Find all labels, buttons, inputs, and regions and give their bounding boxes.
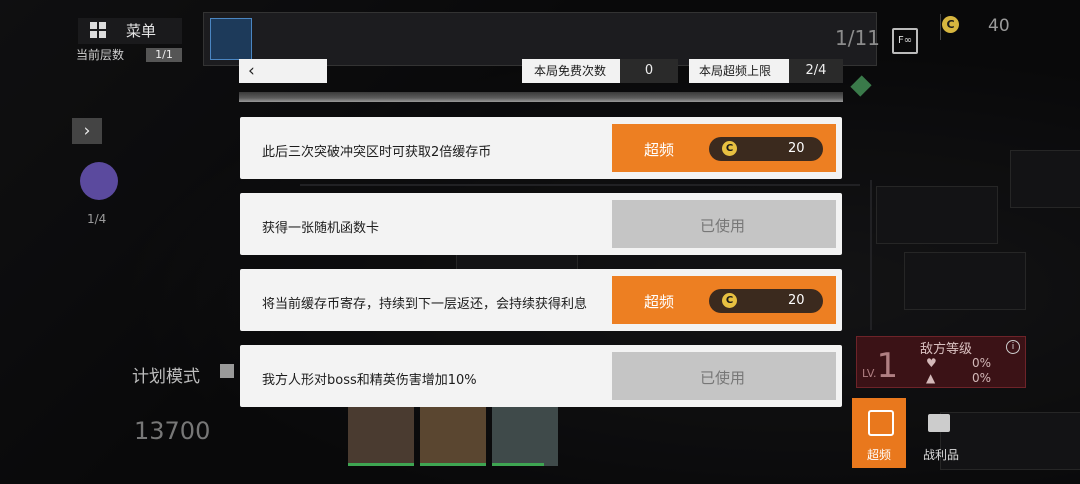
heart-icon: ♥ <box>926 356 937 370</box>
coin-icon: C <box>722 141 737 156</box>
overclock-limit-value: 2/4 <box>789 59 843 83</box>
info-icon[interactable]: i <box>1006 340 1020 354</box>
plan-mode-checkbox[interactable] <box>220 364 234 378</box>
squad-member[interactable] <box>348 400 414 466</box>
option-description: 此后三次突破冲突区时可获取2倍缓存币 <box>262 145 492 160</box>
modal-divider <box>239 92 843 102</box>
boss-portrait-icon[interactable] <box>210 18 252 60</box>
enemy-level: LV.1 <box>862 346 899 386</box>
squad-member[interactable] <box>420 400 486 466</box>
overclock-limit-label: 本局超频上限 <box>689 59 789 83</box>
coin-count: 40 <box>988 16 1010 36</box>
exit-icon[interactable]: F∞ <box>892 28 918 54</box>
grid-menu-icon <box>90 22 106 38</box>
enemy-atk-bonus: 0% <box>972 371 992 385</box>
overclock-button-label: 超频 <box>644 293 675 311</box>
option-description: 获得一张随机函数卡 <box>262 221 380 236</box>
floor-label: 当前层数 <box>76 48 125 62</box>
squad-member[interactable] <box>492 400 558 466</box>
overclock-button-label: 超频 <box>644 141 675 159</box>
progress-counter: 1/11 <box>835 26 880 50</box>
tab-overclock-label: 超频 <box>867 448 892 462</box>
enemy-hp-bonus: 0% <box>972 356 992 370</box>
squad-portraits <box>348 400 558 466</box>
chip-icon <box>868 410 894 436</box>
doll-slot-icon[interactable] <box>80 162 118 200</box>
tab-loot-label[interactable]: 战利品 <box>923 446 959 463</box>
coin-icon: C <box>722 293 737 308</box>
cost-value: 20 <box>788 141 805 156</box>
option-description: 我方人形对boss和精英伤害增加10% <box>262 373 477 388</box>
menu-label: 菜单 <box>126 22 157 40</box>
floor-value: 1/1 <box>146 48 182 62</box>
used-label: 已使用 <box>700 369 746 387</box>
coin-display <box>940 14 1080 40</box>
back-chevron-icon: ‹ <box>248 61 255 81</box>
free-count-label: 本局免费次数 <box>522 59 620 83</box>
enemy-level-title: 敌方等级 <box>920 342 973 357</box>
combat-power: 13700 <box>134 417 211 445</box>
doll-count: 1/4 <box>87 212 107 226</box>
free-count-value: 0 <box>620 59 678 83</box>
expand-arrow-icon[interactable]: › <box>72 118 102 144</box>
attack-icon: ▲ <box>926 371 936 385</box>
option-description: 将当前缓存币寄存，持续到下一层返还，会持续获得利息 <box>262 297 588 312</box>
briefcase-icon[interactable] <box>928 414 950 432</box>
cost-value: 20 <box>788 293 805 308</box>
top-progress-bar <box>203 12 877 66</box>
plan-mode-label: 计划模式 <box>132 367 200 387</box>
coin-icon: C <box>942 16 959 33</box>
used-label: 已使用 <box>700 217 746 235</box>
